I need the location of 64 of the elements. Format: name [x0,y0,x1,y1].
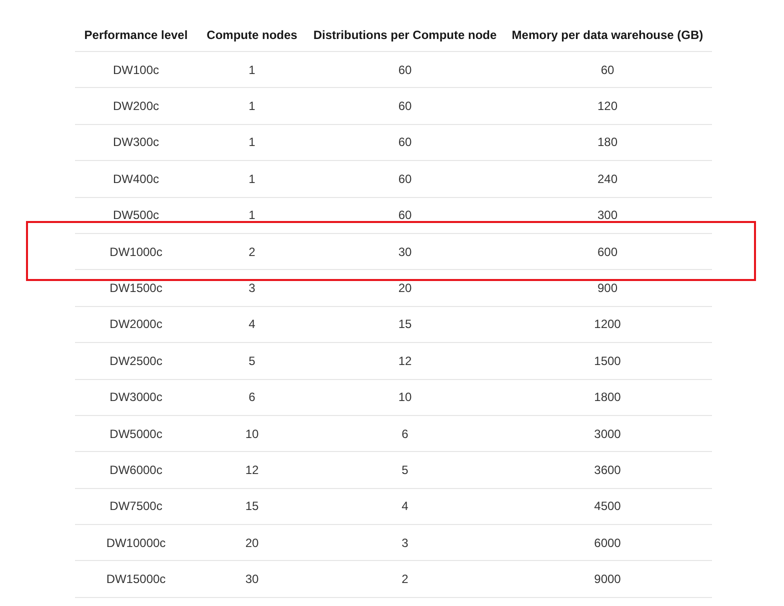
table-cell: 20 [398,281,412,296]
table-cell: 30 [245,572,259,586]
table-cell: 3000 [594,426,621,441]
table-cell: 180 [597,135,618,150]
column-header: Memory per data warehouse (GB) [512,28,704,42]
table-cell: 12 [245,462,259,477]
table-cell: 3 [402,536,408,550]
table-cell: 1200 [594,317,621,332]
table-cell: DW10000c [106,536,166,550]
table-cell: DW1000c [110,244,162,259]
table-cell: 60 [398,135,412,150]
table-cell: DW500c [112,208,159,222]
table-cell: DW7500c [110,499,162,514]
table-cell: 5 [402,462,408,477]
table-cell: 6000 [594,536,621,550]
table-cell: 9000 [594,572,621,586]
column-header: Performance level [84,28,188,42]
table-cell: DW15000c [106,572,166,586]
table-cell: DW6000c [110,462,162,477]
table-cell: 60 [398,208,412,222]
table-cell: 4 [402,499,408,514]
table-cell: 4 [248,317,256,332]
table-cell: 900 [597,281,618,296]
table-cell: 1 [248,172,256,186]
table-cell: 60 [600,62,614,77]
table-cell: 10 [245,426,259,441]
table-cell: 240 [597,172,618,186]
table-cell: 5 [248,354,256,368]
table-cell: 60 [398,99,412,114]
table-cell: 1 [248,208,256,222]
table-cell: 1800 [594,390,621,404]
column-header: Distributions per Compute node [313,28,497,42]
table-cell: DW2000c [110,317,162,332]
table-cell: 3 [248,281,256,296]
table-cell: DW2500c [110,354,162,368]
table-cell: DW400c [112,172,159,186]
table-cell: 4500 [594,499,621,514]
table-cell: 6 [248,390,256,404]
table-cell: DW200c [112,99,159,114]
table-cell: 12 [398,354,412,368]
table-cell: 2 [402,572,408,586]
table-cell: DW5000c [110,426,162,441]
table-cell: 6 [402,426,408,441]
table-cell: DW3000c [110,390,162,404]
table-cell: 1 [248,62,256,77]
table-cell: 1 [248,99,256,114]
table-cell: 120 [597,99,618,114]
table-cell: 15 [245,499,259,514]
table-cell: DW100c [112,62,159,77]
table-cell: 30 [398,244,412,259]
table-cell: 10 [398,390,412,404]
table-cell: 3600 [594,462,621,477]
column-header: Compute nodes [206,28,298,42]
table-cell: 300 [597,208,618,222]
table-cell: 1500 [594,354,621,368]
table-cell: 60 [398,62,412,77]
table-cell: 600 [597,244,618,259]
table-cell: 20 [245,536,259,550]
table-cell: 1 [248,135,256,150]
table-cell: 15 [398,317,412,332]
table-cell: DW1500c [110,281,162,296]
table-cell: DW300c [112,135,159,150]
table-cell: 2 [248,244,256,259]
table-cell: 60 [398,172,412,186]
